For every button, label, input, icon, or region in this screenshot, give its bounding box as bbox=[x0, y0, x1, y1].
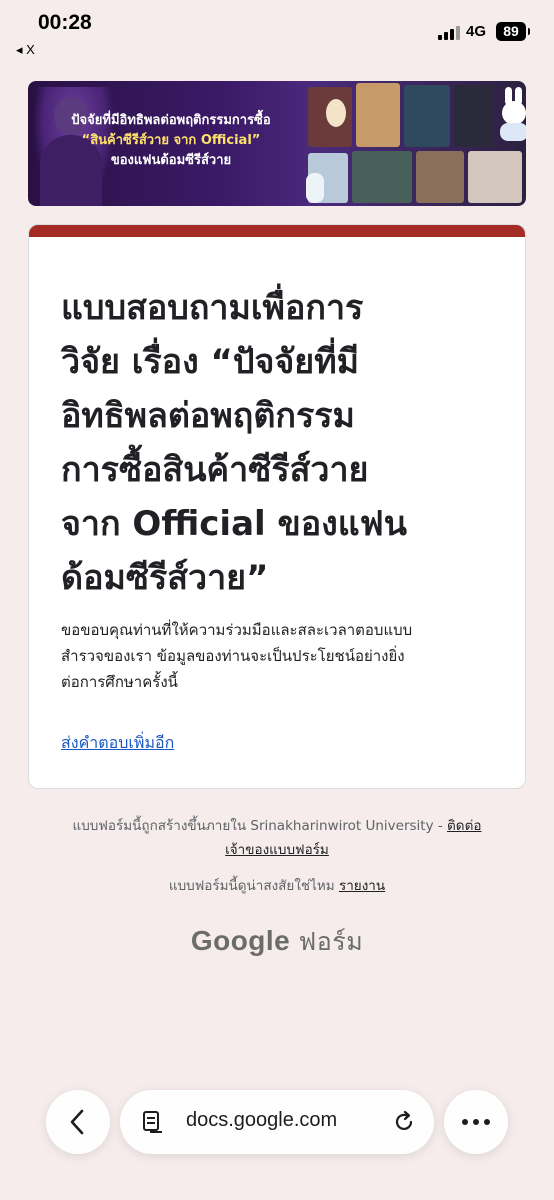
form-title-line: การซื้อสินค้าซีรีส์วาย bbox=[61, 450, 369, 490]
created-by-text: แบบฟอร์มนี้ถูกสร้างขึ้นภายใน Srinakharin… bbox=[72, 818, 448, 834]
page-icon bbox=[143, 1111, 162, 1133]
more-options-button[interactable] bbox=[444, 1090, 508, 1154]
back-to-app-link[interactable]: ◂ X bbox=[16, 42, 35, 58]
form-response-card: แบบสอบถามเพื่อการ วิจัย เรื่อง “ปัจจัยที… bbox=[28, 224, 526, 789]
banner-line-1: ปัจจัยที่มีอิทธิพลต่อพฤติกรรมการซื้อ bbox=[71, 113, 271, 128]
form-title: แบบสอบถามเพื่อการ วิจัย เรื่อง “ปัจจัยที… bbox=[61, 281, 501, 605]
reload-icon[interactable] bbox=[392, 1110, 416, 1134]
form-title-line: วิจัย เรื่อง “ปัจจัยที่มี bbox=[61, 342, 360, 382]
google-forms-logo[interactable]: Google ฟอร์ม bbox=[0, 922, 554, 962]
form-title-line: อิทธิพลต่อพฤติกรรม bbox=[61, 396, 355, 436]
banner-poster-collage bbox=[286, 81, 526, 206]
network-type: 4G bbox=[466, 23, 487, 40]
banner-line-3: ของแฟนด้อมซีรีส์วาย bbox=[110, 153, 232, 168]
banner-line-2: “สินค้าซีรีส์วาย จาก Official” bbox=[81, 133, 261, 148]
contact-owner-link-cont[interactable]: เจ้าของแบบฟอร์ม bbox=[225, 842, 329, 858]
form-confirmation-message: ขอขอบคุณท่านที่ให้ความร่วมมือและสละเวลาต… bbox=[61, 617, 501, 695]
form-owner-note: แบบฟอร์มนี้ถูกสร้างขึ้นภายใน Srinakharin… bbox=[40, 814, 514, 862]
form-desc-line: ขอขอบคุณท่านที่ให้ความร่วมมือและสละเวลาต… bbox=[61, 621, 413, 639]
contact-owner-link[interactable]: ติดต่อ bbox=[447, 818, 481, 834]
battery-icon: 89 bbox=[496, 22, 530, 41]
google-wordmark: Google bbox=[190, 925, 291, 956]
form-title-line: ด้อมซีรีส์วาย” bbox=[61, 558, 269, 598]
form-desc-line: สำรวจของเรา ข้อมูลของท่านจะเป็นประโยชน์อ… bbox=[61, 647, 405, 665]
chevron-left-icon bbox=[70, 1109, 84, 1135]
rabbit-mascot-image bbox=[498, 87, 526, 141]
submit-another-response-link[interactable]: ส่งคำตอบเพิ่มอีก bbox=[61, 731, 174, 756]
suspicious-text: แบบฟอร์มนี้ดูน่าสงสัยใช่ไหม bbox=[168, 878, 339, 894]
report-link[interactable]: รายงาน bbox=[339, 878, 385, 894]
banner-caption: ปัจจัยที่มีอิทธิพลต่อพฤติกรรมการซื้อ “สิ… bbox=[36, 111, 306, 171]
signal-icon bbox=[438, 26, 460, 40]
status-bar: 00:28 ◂ X 4G 89 bbox=[0, 0, 554, 60]
forms-wordmark: ฟอร์ม bbox=[298, 927, 364, 956]
card-accent-bar bbox=[29, 225, 525, 237]
form-title-line: จาก Official ของแฟน bbox=[61, 504, 407, 544]
status-time: 00:28 bbox=[38, 11, 92, 34]
url-text: docs.google.com bbox=[186, 1109, 338, 1131]
more-icon bbox=[462, 1119, 490, 1125]
browser-back-button[interactable] bbox=[46, 1090, 110, 1154]
form-title-line: แบบสอบถามเพื่อการ bbox=[61, 288, 364, 328]
address-bar[interactable]: docs.google.com bbox=[120, 1090, 434, 1154]
form-header-banner: ปัจจัยที่มีอิทธิพลต่อพฤติกรรมการซื้อ “สิ… bbox=[28, 81, 526, 206]
report-abuse-note: แบบฟอร์มนี้ดูน่าสงสัยใช่ไหม รายงาน bbox=[40, 874, 514, 896]
form-desc-line: ต่อการศึกษาครั้งนี้ bbox=[61, 673, 178, 691]
